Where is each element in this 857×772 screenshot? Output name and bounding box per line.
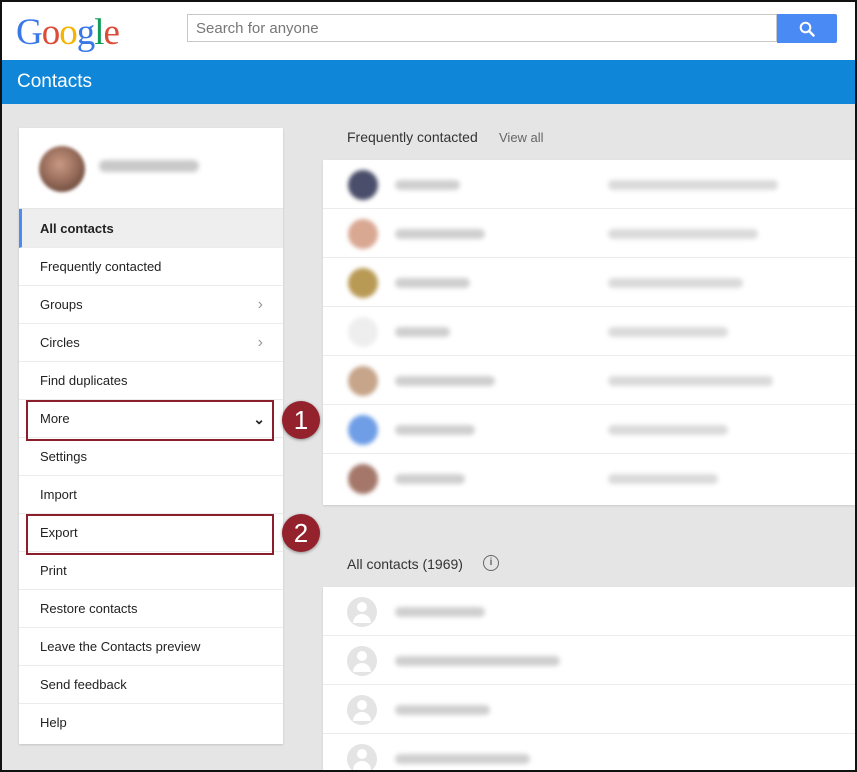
search-input[interactable]: Search for anyone — [187, 14, 777, 42]
frequent-contacts-list — [323, 160, 855, 505]
sidebar-item-circles[interactable]: Circles › — [19, 324, 283, 362]
search-button[interactable] — [777, 14, 837, 43]
sidebar-item-label: Circles — [40, 335, 80, 350]
sidebar-item-label: Frequently contacted — [40, 259, 162, 274]
sidebar-item-label: Send feedback — [40, 677, 127, 692]
default-avatar-icon — [347, 597, 377, 627]
profile-card[interactable] — [19, 128, 283, 209]
sidebar-item-import[interactable]: Import — [19, 476, 283, 514]
highlight-export — [26, 514, 274, 555]
avatar — [348, 366, 378, 396]
all-contacts-section-title: All contacts (1969) — [347, 556, 463, 572]
contact-email-blurred — [608, 327, 728, 337]
info-icon[interactable]: i — [483, 555, 499, 571]
contact-name-blurred — [395, 376, 495, 386]
list-item[interactable] — [323, 405, 855, 454]
default-avatar-icon — [347, 646, 377, 676]
contact-name-blurred — [395, 425, 475, 435]
avatar — [348, 170, 378, 200]
sidebar-item-label: All contacts — [40, 221, 114, 236]
contact-name-blurred — [395, 754, 530, 764]
sidebar-item-label: Groups — [40, 297, 83, 312]
sidebar-item-all-contacts[interactable]: All contacts — [19, 209, 283, 248]
avatar — [348, 268, 378, 298]
sidebar-item-label: Restore contacts — [40, 601, 138, 616]
contact-email-blurred — [608, 180, 778, 190]
list-item[interactable] — [323, 209, 855, 258]
contact-name-blurred — [395, 607, 485, 617]
contact-name-blurred — [395, 180, 460, 190]
step-marker-1: 1 — [282, 401, 320, 439]
sidebar-item-send-feedback[interactable]: Send feedback — [19, 666, 283, 704]
frequent-section-title: Frequently contacted — [347, 129, 478, 145]
screenshot-frame: Google Search for anyone Contacts All co… — [0, 0, 857, 772]
sidebar-item-frequently-contacted[interactable]: Frequently contacted — [19, 248, 283, 286]
contact-email-blurred — [608, 376, 773, 386]
avatar — [348, 464, 378, 494]
chevron-right-icon: › — [257, 296, 263, 313]
list-item[interactable] — [323, 307, 855, 356]
sidebar-item-label: Leave the Contacts preview — [40, 639, 201, 654]
top-bar: Google Search for anyone — [2, 2, 855, 60]
view-all-link[interactable]: View all — [499, 130, 544, 145]
sidebar-item-label: Import — [40, 487, 77, 502]
list-item[interactable] — [323, 454, 855, 503]
app-title: Contacts — [17, 71, 92, 92]
list-item[interactable] — [323, 587, 855, 636]
contact-email-blurred — [608, 278, 743, 288]
default-avatar-icon — [347, 695, 377, 725]
contact-name-blurred — [395, 656, 560, 666]
default-avatar-icon — [347, 744, 377, 770]
all-contacts-list — [323, 587, 855, 770]
sidebar-item-label: Settings — [40, 449, 87, 464]
list-item[interactable] — [323, 734, 855, 770]
sidebar-item-groups[interactable]: Groups › — [19, 286, 283, 324]
sidebar-item-label: Print — [40, 563, 67, 578]
step-marker-2: 2 — [282, 514, 320, 552]
sidebar-item-leave-preview[interactable]: Leave the Contacts preview — [19, 628, 283, 666]
sidebar-item-restore-contacts[interactable]: Restore contacts — [19, 590, 283, 628]
list-item[interactable] — [323, 636, 855, 685]
contact-name-blurred — [395, 229, 485, 239]
sidebar-item-label: Find duplicates — [40, 373, 128, 388]
list-item[interactable] — [323, 356, 855, 405]
sidebar-item-help[interactable]: Help — [19, 704, 283, 742]
google-logo[interactable]: Google — [16, 11, 120, 54]
chevron-right-icon: › — [257, 334, 263, 351]
avatar — [348, 415, 378, 445]
contact-name-blurred — [395, 474, 465, 484]
sidebar-item-find-duplicates[interactable]: Find duplicates — [19, 362, 283, 400]
contact-name-blurred — [395, 705, 490, 715]
search-icon — [799, 21, 815, 37]
profile-name-blurred — [99, 160, 199, 172]
list-item[interactable] — [323, 685, 855, 734]
contact-name-blurred — [395, 327, 450, 337]
sidebar-item-settings[interactable]: Settings — [19, 438, 283, 476]
list-item[interactable] — [323, 160, 855, 209]
avatar[interactable] — [39, 146, 85, 192]
contact-name-blurred — [395, 278, 470, 288]
highlight-more — [26, 400, 274, 441]
list-item[interactable] — [323, 258, 855, 307]
sidebar-item-label: Help — [40, 715, 67, 730]
avatar — [348, 317, 378, 347]
avatar — [348, 219, 378, 249]
sidebar-item-print[interactable]: Print — [19, 552, 283, 590]
contact-email-blurred — [608, 425, 728, 435]
contact-email-blurred — [608, 229, 758, 239]
contact-email-blurred — [608, 474, 718, 484]
app-header: Contacts — [2, 60, 855, 104]
